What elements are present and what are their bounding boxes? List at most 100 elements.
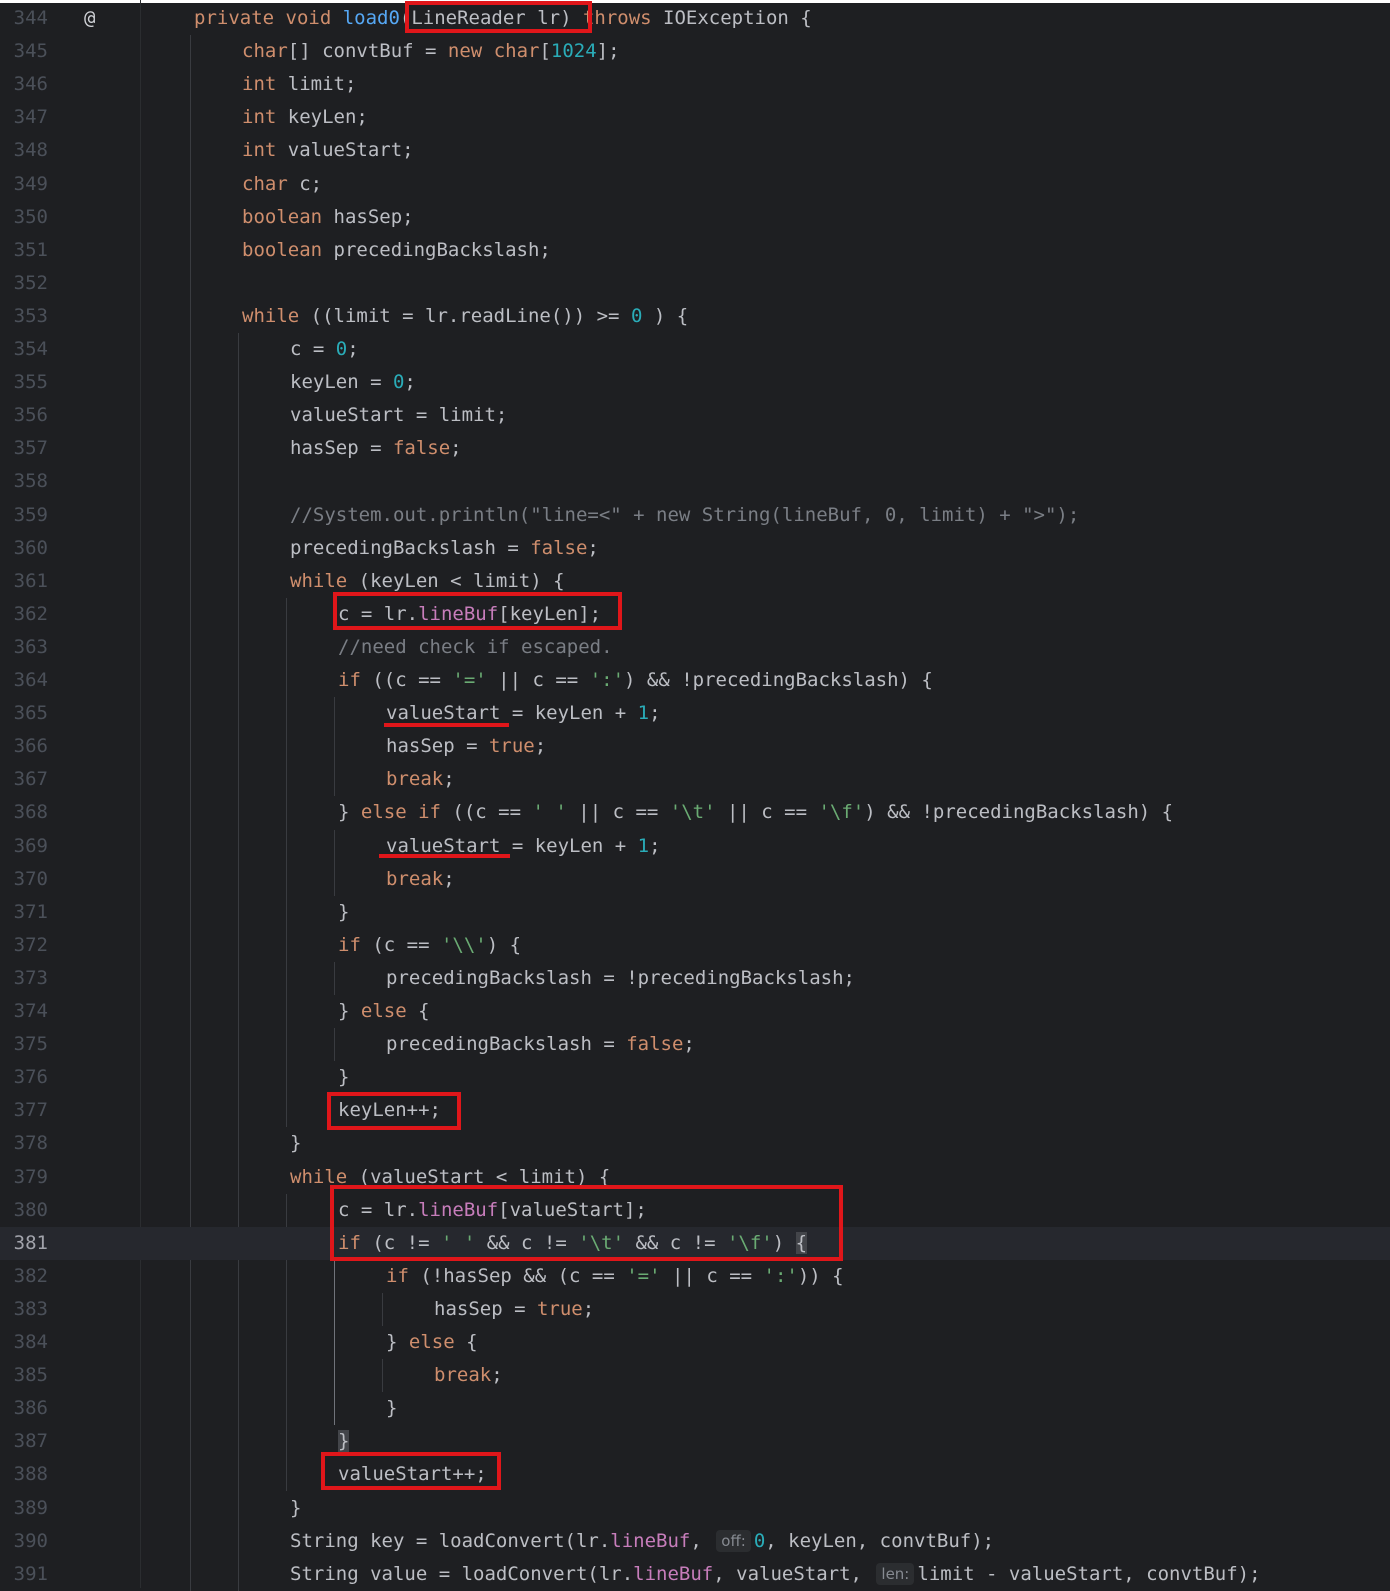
line-number[interactable]: 388 [0, 1458, 48, 1491]
line-number[interactable]: 362 [0, 598, 48, 631]
line-number[interactable]: 356 [0, 399, 48, 432]
line-number[interactable]: 383 [0, 1293, 48, 1326]
code-line[interactable]: 369 valueStart = keyLen + 1; [0, 830, 1390, 863]
line-number[interactable]: 380 [0, 1194, 48, 1227]
code-line[interactable]: 373 precedingBackslash = !precedingBacksl… [0, 962, 1390, 995]
code-line[interactable]: 371} [0, 896, 1390, 929]
line-number[interactable]: 375 [0, 1028, 48, 1061]
code-line[interactable]: 372 if (c == '\\') { [0, 929, 1390, 962]
code-line[interactable]: 354 c = 0; [0, 333, 1390, 366]
line-number[interactable]: 382 [0, 1260, 48, 1293]
code-text[interactable]: //need check if escaped. [338, 631, 613, 664]
code-line[interactable]: 382 if (!hasSep && (c == '=' || c == ':')… [0, 1260, 1390, 1293]
code-line[interactable]: 347 int keyLen; [0, 101, 1390, 134]
line-number[interactable]: 377 [0, 1094, 48, 1127]
code-line[interactable]: 386} [0, 1392, 1390, 1425]
code-line[interactable]: 365 valueStart = keyLen + 1; [0, 697, 1390, 730]
code-text[interactable]: } [290, 1127, 301, 1160]
code-line[interactable]: 357 hasSep = false; [0, 432, 1390, 465]
code-text[interactable]: //System.out.println("line=<" + new Stri… [290, 499, 1079, 532]
code-text[interactable]: char[] convtBuf = new char[1024]; [242, 35, 620, 68]
annotation-marker-icon[interactable]: @ [84, 2, 95, 35]
code-text[interactable]: keyLen = 0; [290, 366, 416, 399]
line-number[interactable]: 371 [0, 896, 48, 929]
code-text[interactable]: precedingBackslash = false; [386, 1028, 695, 1061]
code-line[interactable]: 376} [0, 1061, 1390, 1094]
line-number[interactable]: 369 [0, 830, 48, 863]
line-number[interactable]: 355 [0, 366, 48, 399]
code-line[interactable]: 388 valueStart++; [0, 1458, 1390, 1491]
code-text[interactable]: precedingBackslash = !precedingBackslash… [386, 962, 855, 995]
code-line[interactable]: 391 String value = loadConvert(lr.lineBuf… [0, 1558, 1390, 1591]
line-number[interactable]: 386 [0, 1392, 48, 1425]
line-number[interactable]: 376 [0, 1061, 48, 1094]
line-number[interactable]: 347 [0, 101, 48, 134]
code-line[interactable]: 366 hasSep = true; [0, 730, 1390, 763]
code-text[interactable]: break; [386, 763, 455, 796]
code-text[interactable]: } [290, 1492, 301, 1525]
line-number[interactable]: 389 [0, 1492, 48, 1525]
code-line[interactable]: 377 keyLen++; [0, 1094, 1390, 1127]
code-line[interactable]: 356 valueStart = limit; [0, 399, 1390, 432]
code-text[interactable]: while ((limit = lr.readLine()) >= 0 ) { [242, 300, 688, 333]
code-line[interactable]: 359 //System.out.println("line=<" + new S… [0, 499, 1390, 532]
line-number[interactable]: 387 [0, 1425, 48, 1458]
code-text[interactable]: } [386, 1392, 397, 1425]
code-line[interactable]: 374} else { [0, 995, 1390, 1028]
line-number[interactable]: 349 [0, 168, 48, 201]
line-number[interactable]: 353 [0, 300, 48, 333]
code-text[interactable]: c = 0; [290, 333, 359, 366]
code-text[interactable]: if (!hasSep && (c == '=' || c == ':')) { [386, 1260, 844, 1293]
code-text[interactable]: boolean precedingBackslash; [242, 234, 551, 267]
line-number[interactable]: 385 [0, 1359, 48, 1392]
code-text[interactable]: break; [386, 863, 455, 896]
code-line[interactable]: 362 c = lr.lineBuf[keyLen]; [0, 598, 1390, 631]
code-text[interactable]: } else if ((c == ' ' || c == '\t' || c =… [338, 796, 1173, 829]
code-line[interactable]: 351 boolean precedingBackslash; [0, 234, 1390, 267]
code-text[interactable]: String key = loadConvert(lr.lineBuf, off… [290, 1525, 994, 1558]
code-line[interactable]: 345 char[] convtBuf = new char[1024]; [0, 35, 1390, 68]
code-line[interactable]: 358 [0, 465, 1390, 498]
code-line[interactable]: 352 [0, 267, 1390, 300]
code-line[interactable]: 367 break; [0, 763, 1390, 796]
code-line[interactable]: 385 break; [0, 1359, 1390, 1392]
code-text[interactable]: } else { [386, 1326, 478, 1359]
line-number[interactable]: 384 [0, 1326, 48, 1359]
code-text[interactable]: hasSep = true; [386, 730, 546, 763]
line-number[interactable]: 350 [0, 201, 48, 234]
line-number[interactable]: 390 [0, 1525, 48, 1558]
line-number[interactable]: 357 [0, 432, 48, 465]
line-number[interactable]: 346 [0, 68, 48, 101]
code-line[interactable]: 387} [0, 1425, 1390, 1458]
line-number[interactable]: 358 [0, 465, 48, 498]
code-text[interactable]: String value = loadConvert(lr.lineBuf, v… [290, 1558, 1261, 1591]
code-text[interactable]: int keyLen; [242, 101, 368, 134]
code-line[interactable]: 360 precedingBackslash = false; [0, 532, 1390, 565]
code-line[interactable]: 390 String key = loadConvert(lr.lineBuf, … [0, 1525, 1390, 1558]
code-line[interactable]: 361 while (keyLen < limit) { [0, 565, 1390, 598]
line-number[interactable]: 344 [0, 2, 48, 35]
line-number[interactable]: 367 [0, 763, 48, 796]
line-number[interactable]: 368 [0, 796, 48, 829]
code-text[interactable]: precedingBackslash = false; [290, 532, 599, 565]
line-number[interactable]: 348 [0, 134, 48, 167]
code-text[interactable]: if ((c == '=' || c == ':') && !preceding… [338, 664, 933, 697]
code-line[interactable]: 364 if ((c == '=' || c == ':') && !preced… [0, 664, 1390, 697]
line-number[interactable]: 363 [0, 631, 48, 664]
code-text[interactable]: } else { [338, 995, 430, 1028]
line-number[interactable]: 361 [0, 565, 48, 598]
line-number[interactable]: 354 [0, 333, 48, 366]
line-number[interactable]: 364 [0, 664, 48, 697]
code-text[interactable]: hasSep = false; [290, 432, 462, 465]
line-number[interactable]: 373 [0, 962, 48, 995]
line-number[interactable]: 372 [0, 929, 48, 962]
line-number[interactable]: 365 [0, 697, 48, 730]
code-text[interactable]: int limit; [242, 68, 356, 101]
code-text[interactable]: valueStart = limit; [290, 399, 507, 432]
code-line[interactable]: 344 @ private void load0(LineReader lr) th… [0, 2, 1390, 35]
code-text[interactable]: break; [434, 1359, 503, 1392]
code-line[interactable]: 383 hasSep = true; [0, 1293, 1390, 1326]
line-number[interactable]: 345 [0, 35, 48, 68]
code-line[interactable]: 348 int valueStart; [0, 134, 1390, 167]
line-number[interactable]: 370 [0, 863, 48, 896]
